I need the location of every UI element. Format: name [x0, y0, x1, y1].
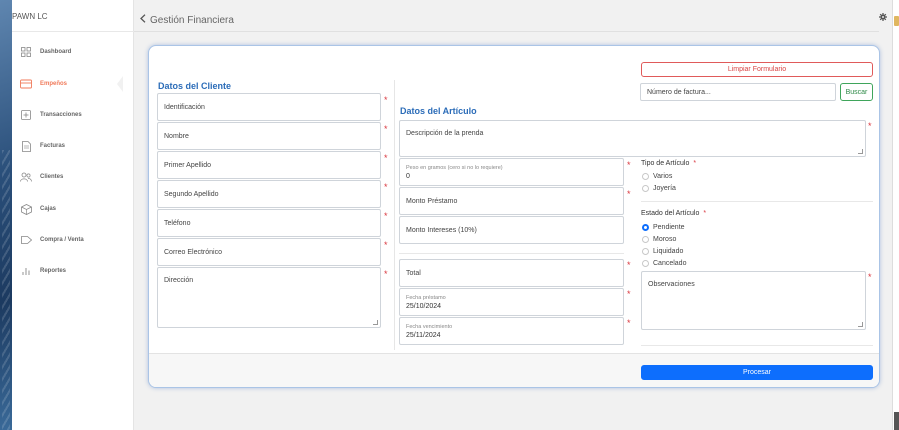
client-section-title: Datos del Cliente: [158, 81, 232, 91]
required-asterisk: *: [868, 272, 872, 282]
radio-cancelado[interactable]: Cancelado: [642, 260, 686, 267]
required-asterisk: *: [627, 318, 631, 328]
required-asterisk: *: [627, 189, 631, 199]
required-asterisk: *: [384, 153, 388, 163]
clear-form-button[interactable]: Limpiar Formulario: [641, 62, 873, 77]
radio-circle: [642, 173, 649, 180]
radio-circle: [642, 236, 649, 243]
correo-field[interactable]: Correo Electrónico: [157, 238, 381, 266]
dashboard-grid-icon: [20, 46, 32, 58]
header-divider: [134, 31, 879, 32]
primer-apellido-field[interactable]: Primer Apellido: [157, 151, 381, 179]
peso-field[interactable]: Peso en gramos (cero si no lo requiere) …: [399, 158, 624, 186]
required-asterisk: *: [627, 289, 631, 299]
direccion-textarea[interactable]: Dirección: [157, 267, 381, 328]
telefono-field[interactable]: Teléfono: [157, 209, 381, 237]
pawn-form-card: Limpiar Formulario Número de factura... …: [148, 45, 880, 388]
chevron-left-icon: [140, 14, 146, 26]
radio-circle: [642, 224, 649, 231]
radio-circle: [642, 260, 649, 267]
sidebar-item-label: Empeños: [40, 81, 68, 87]
sidebar-item-label: Dashboard: [40, 49, 72, 55]
observaciones-textarea[interactable]: Observaciones: [641, 271, 866, 330]
required-asterisk: *: [384, 269, 388, 279]
total-field[interactable]: Total: [399, 259, 624, 287]
page-header: Gestión Financiera: [134, 0, 899, 38]
required-asterisk: *: [384, 211, 388, 221]
box-icon: [20, 203, 32, 215]
segundo-apellido-field[interactable]: Segundo Apellido: [157, 180, 381, 208]
sidebar-item-label: Clientes: [40, 174, 64, 180]
divider: [399, 253, 624, 254]
brand-name: PAWN LC: [12, 12, 48, 21]
divider: [641, 201, 873, 202]
sidebar-item-clientes[interactable]: Clientes: [20, 170, 130, 184]
required-asterisk: *: [384, 182, 388, 192]
estado-articulo-label: Estado del Artículo *: [641, 210, 707, 217]
monto-intereses-field[interactable]: Monto Intereses (10%): [399, 216, 624, 244]
sidebar-item-facturas[interactable]: Facturas: [20, 139, 130, 153]
divider: [641, 345, 873, 346]
sidebar-item-label: Compra / Venta: [40, 237, 84, 243]
card-icon: [20, 78, 32, 90]
sidebar-item-label: Facturas: [40, 143, 66, 149]
active-indicator: [117, 76, 123, 92]
back-link[interactable]: Gestión Financiera: [140, 14, 234, 26]
resize-handle[interactable]: [858, 149, 863, 154]
tag-icon: [20, 234, 32, 246]
radio-liquidado[interactable]: Liquidado: [642, 248, 683, 255]
sidebar-item-label: Reportes: [40, 268, 67, 274]
users-icon: [20, 171, 32, 183]
resize-handle[interactable]: [373, 320, 378, 325]
radio-pendiente[interactable]: Pendiente: [642, 224, 685, 231]
required-asterisk: *: [384, 124, 388, 134]
fecha-vencimiento-field[interactable]: Fecha vencimiento 25/11/2024: [399, 317, 624, 345]
folder-icon: [894, 16, 899, 26]
sidebar-item-reportes[interactable]: Reportes: [20, 264, 130, 278]
radio-joyeria[interactable]: Joyería: [642, 185, 676, 192]
required-asterisk: *: [693, 160, 697, 167]
sidebar-divider: [12, 31, 134, 32]
decorative-background: [0, 0, 12, 430]
monto-prestamo-field[interactable]: Monto Préstamo: [399, 187, 624, 215]
required-asterisk: *: [703, 210, 707, 217]
page-title: Gestión Financiera: [150, 14, 234, 26]
gear-icon[interactable]: [879, 13, 887, 23]
sidebar: PAWN LC Dashboard Empeños Transacciones …: [12, 0, 134, 430]
sidebar-item-dashboard[interactable]: Dashboard: [20, 45, 130, 59]
sidebar-item-empenos[interactable]: Empeños: [20, 77, 130, 91]
sidebar-item-transacciones[interactable]: Transacciones: [20, 108, 130, 122]
identificacion-field[interactable]: Identificación: [157, 93, 381, 121]
required-asterisk: *: [627, 260, 631, 270]
sidebar-item-label: Cajas: [40, 206, 57, 212]
search-button[interactable]: Buscar: [840, 83, 873, 101]
document-icon: [20, 140, 32, 152]
nombre-field[interactable]: Nombre: [157, 122, 381, 150]
procesar-button[interactable]: Procesar: [641, 365, 873, 380]
tipo-articulo-label: Tipo de Artículo *: [641, 160, 697, 167]
fecha-prestamo-field[interactable]: Fecha préstamo 25/10/2024: [399, 288, 624, 316]
required-asterisk: *: [384, 240, 388, 250]
bar-chart-icon: [20, 265, 32, 277]
required-asterisk: *: [627, 160, 631, 170]
radio-circle: [642, 248, 649, 255]
plus-square-icon: [20, 109, 32, 121]
required-asterisk: *: [868, 121, 872, 131]
radio-moroso[interactable]: Moroso: [642, 236, 676, 243]
article-section-title: Datos del Artículo: [400, 106, 477, 116]
radio-circle: [642, 185, 649, 192]
sidebar-item-label: Transacciones: [40, 112, 82, 118]
sidebar-item-cajas[interactable]: Cajas: [20, 202, 130, 216]
radio-varios[interactable]: Varios: [642, 173, 672, 180]
column-divider: [394, 80, 395, 350]
resize-handle[interactable]: [858, 322, 863, 327]
required-asterisk: *: [384, 95, 388, 105]
descripcion-textarea[interactable]: Descripción de la prenda: [399, 120, 866, 157]
invoice-search-input[interactable]: Número de factura...: [640, 83, 836, 101]
sidebar-item-compra-venta[interactable]: Compra / Venta: [20, 233, 130, 247]
scrollbar[interactable]: [894, 412, 899, 430]
window-edge: [892, 0, 899, 430]
